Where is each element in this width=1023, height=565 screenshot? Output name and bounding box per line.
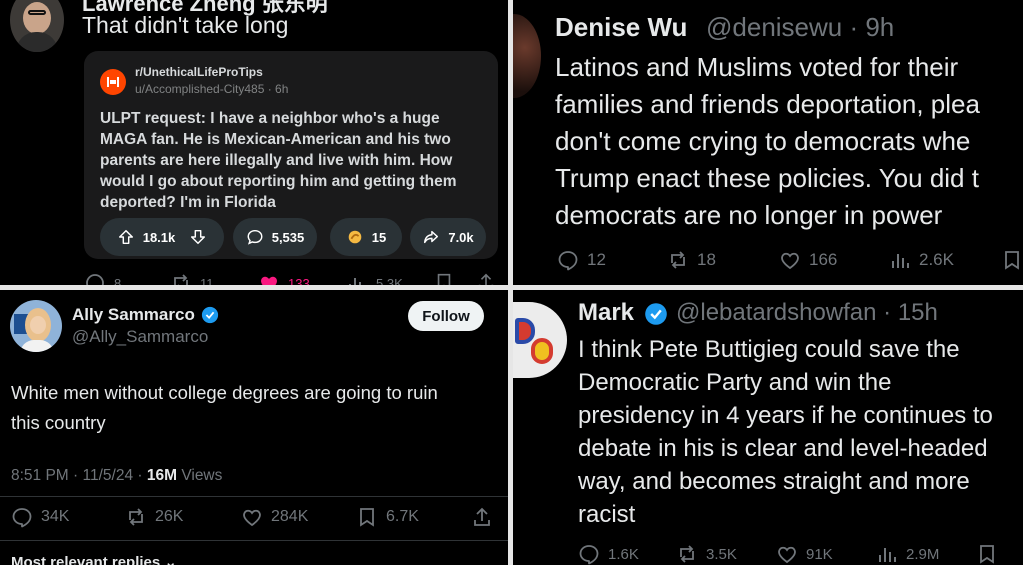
reply-icon bbox=[12, 508, 32, 528]
tweet-line: families and friends deportation, plea bbox=[555, 89, 980, 119]
repost-stat[interactable]: 26K bbox=[125, 506, 183, 528]
post-line: parents are here illegally and live with… bbox=[100, 152, 453, 169]
tweet-panel-denise: Denise Wu @denisewu · 9h Latinos and Mus… bbox=[513, 0, 1023, 285]
repost-icon bbox=[129, 508, 143, 526]
divider bbox=[0, 496, 508, 497]
post-line: MAGA fan. He is Mexican-American and his… bbox=[100, 131, 451, 148]
author-name[interactable]: Denise Wu bbox=[555, 12, 687, 43]
tweet-line: Latinos and Muslims voted for their bbox=[555, 52, 959, 82]
views-icon bbox=[349, 278, 361, 285]
tweet-panel-mark: Mark @lebatardshowfan · 15h I think Pete… bbox=[513, 290, 1023, 565]
chevron-down-icon: ⌄ bbox=[164, 554, 177, 565]
reply-icon bbox=[579, 545, 599, 565]
author-name[interactable]: Ally Sammarco bbox=[72, 305, 195, 325]
post-line: deported? I'm in Florida bbox=[100, 194, 276, 211]
reply-stat[interactable]: 8 bbox=[84, 272, 121, 285]
repost-icon bbox=[671, 251, 685, 269]
share-count: 7.0k bbox=[448, 229, 474, 245]
comment-icon bbox=[247, 229, 263, 245]
tweet-line: Trump enact these policies. You did t bbox=[555, 163, 979, 193]
handle-time[interactable]: @lebatardshowfan · 15h bbox=[676, 299, 938, 327]
share-pill[interactable]: 7.0k bbox=[410, 218, 486, 256]
bookmark-icon bbox=[360, 508, 374, 527]
subreddit-icon bbox=[100, 69, 126, 95]
tweet-line: presidency in 4 years if he continues to bbox=[578, 402, 993, 429]
avatar[interactable] bbox=[513, 302, 567, 378]
subreddit-name[interactable]: r/UnethicalLifeProTips bbox=[135, 65, 263, 79]
upvote-count: 18.1k bbox=[142, 229, 176, 245]
verified-badge-icon bbox=[201, 306, 219, 324]
handle-time[interactable]: @denisewu · 9h bbox=[706, 12, 894, 43]
bookmark-stat[interactable]: 6.7K bbox=[356, 506, 419, 528]
heart-icon bbox=[243, 509, 261, 527]
timestamp-row: 8:51 PM · 11/5/24 · 16M Views bbox=[11, 467, 222, 485]
reply-stat[interactable]: 34K bbox=[11, 506, 69, 528]
avatar[interactable] bbox=[10, 0, 64, 52]
tweet-text: That didn't take long bbox=[82, 12, 289, 38]
award-pill[interactable]: 15 bbox=[330, 218, 402, 256]
upvote-icon[interactable] bbox=[117, 228, 135, 246]
like-stat[interactable]: 166 bbox=[779, 249, 837, 271]
repost-stat[interactable]: 3.5K bbox=[676, 543, 737, 565]
downvote-icon[interactable] bbox=[189, 228, 207, 246]
views-icon bbox=[879, 548, 896, 562]
most-relevant-replies-dropdown[interactable]: Most relevant replies ⌄ bbox=[11, 553, 177, 565]
handle[interactable]: @Ally_Sammarco bbox=[72, 327, 208, 347]
tweet-line: racist bbox=[578, 501, 636, 528]
avatar[interactable] bbox=[513, 14, 541, 98]
vote-pill[interactable]: 18.1k bbox=[100, 218, 224, 256]
views-count: 16M bbox=[146, 467, 177, 484]
bookmark-icon[interactable] bbox=[1001, 249, 1023, 271]
divider bbox=[0, 540, 508, 541]
share-icon[interactable] bbox=[471, 506, 493, 528]
share-icon bbox=[424, 230, 439, 244]
views-icon bbox=[892, 254, 909, 268]
tweet-panel-ally: Ally Sammarco @Ally_Sammarco Follow Whit… bbox=[0, 290, 508, 565]
follow-button[interactable]: Follow bbox=[408, 301, 484, 331]
views-stat[interactable]: 5.3K bbox=[346, 272, 403, 285]
reply-stat[interactable]: 12 bbox=[557, 249, 606, 271]
repost-icon bbox=[680, 545, 694, 563]
reply-stat[interactable]: 1.6K bbox=[578, 543, 639, 565]
views-stat[interactable]: 2.6K bbox=[889, 249, 954, 271]
tweet-line: democrats are no longer in power bbox=[555, 200, 943, 230]
tweet-line: way, and becomes straight and more bbox=[578, 468, 970, 495]
tweet-line: don't come crying to democrats whe bbox=[555, 126, 971, 156]
heart-icon bbox=[781, 252, 799, 270]
post-line: would I go about reporting him and getti… bbox=[100, 173, 457, 190]
like-stat[interactable]: 133 bbox=[258, 272, 310, 285]
tweet-line: debate in his is clear and level-headed bbox=[578, 435, 988, 462]
views-label: Views bbox=[181, 467, 223, 484]
repost-stat[interactable]: 11 bbox=[170, 272, 214, 285]
repost-stat[interactable]: 18 bbox=[667, 249, 716, 271]
comment-count: 5,535 bbox=[271, 229, 305, 245]
reddit-user-time: u/Accomplished-City485 · 6h bbox=[135, 82, 289, 96]
heart-icon bbox=[261, 276, 277, 285]
verified-badge-icon bbox=[645, 303, 667, 325]
avatar[interactable] bbox=[10, 300, 62, 352]
tweet-line: this country bbox=[11, 412, 106, 433]
award-icon bbox=[348, 230, 362, 244]
bookmark-icon[interactable] bbox=[434, 272, 454, 285]
tweet-line: Democratic Party and win the bbox=[578, 369, 892, 396]
like-stat[interactable]: 284K bbox=[241, 506, 308, 528]
author-name[interactable]: Mark bbox=[578, 299, 634, 327]
post-line: ULPT request: I have a neighbor who's a … bbox=[100, 110, 440, 127]
tweet-line: White men without college degrees are go… bbox=[11, 382, 438, 403]
share-icon[interactable] bbox=[476, 272, 496, 285]
views-stat[interactable]: 2.9M bbox=[876, 543, 939, 565]
heart-icon bbox=[778, 546, 796, 564]
reply-icon bbox=[558, 251, 578, 271]
bookmark-icon[interactable] bbox=[976, 543, 998, 565]
reply-icon bbox=[86, 274, 104, 285]
tweet-panel-lawrence: Lawrence Zheng 张东明 That didn't take long… bbox=[0, 0, 508, 285]
timestamp[interactable]: 8:51 PM · 11/5/24 · bbox=[11, 467, 143, 484]
comments-pill[interactable]: 5,535 bbox=[233, 218, 317, 256]
tweet-line: I think Pete Buttigieg could save the bbox=[578, 336, 960, 363]
award-count: 15 bbox=[371, 229, 387, 245]
like-stat[interactable]: 91K bbox=[776, 543, 833, 565]
repost-icon bbox=[174, 274, 188, 285]
